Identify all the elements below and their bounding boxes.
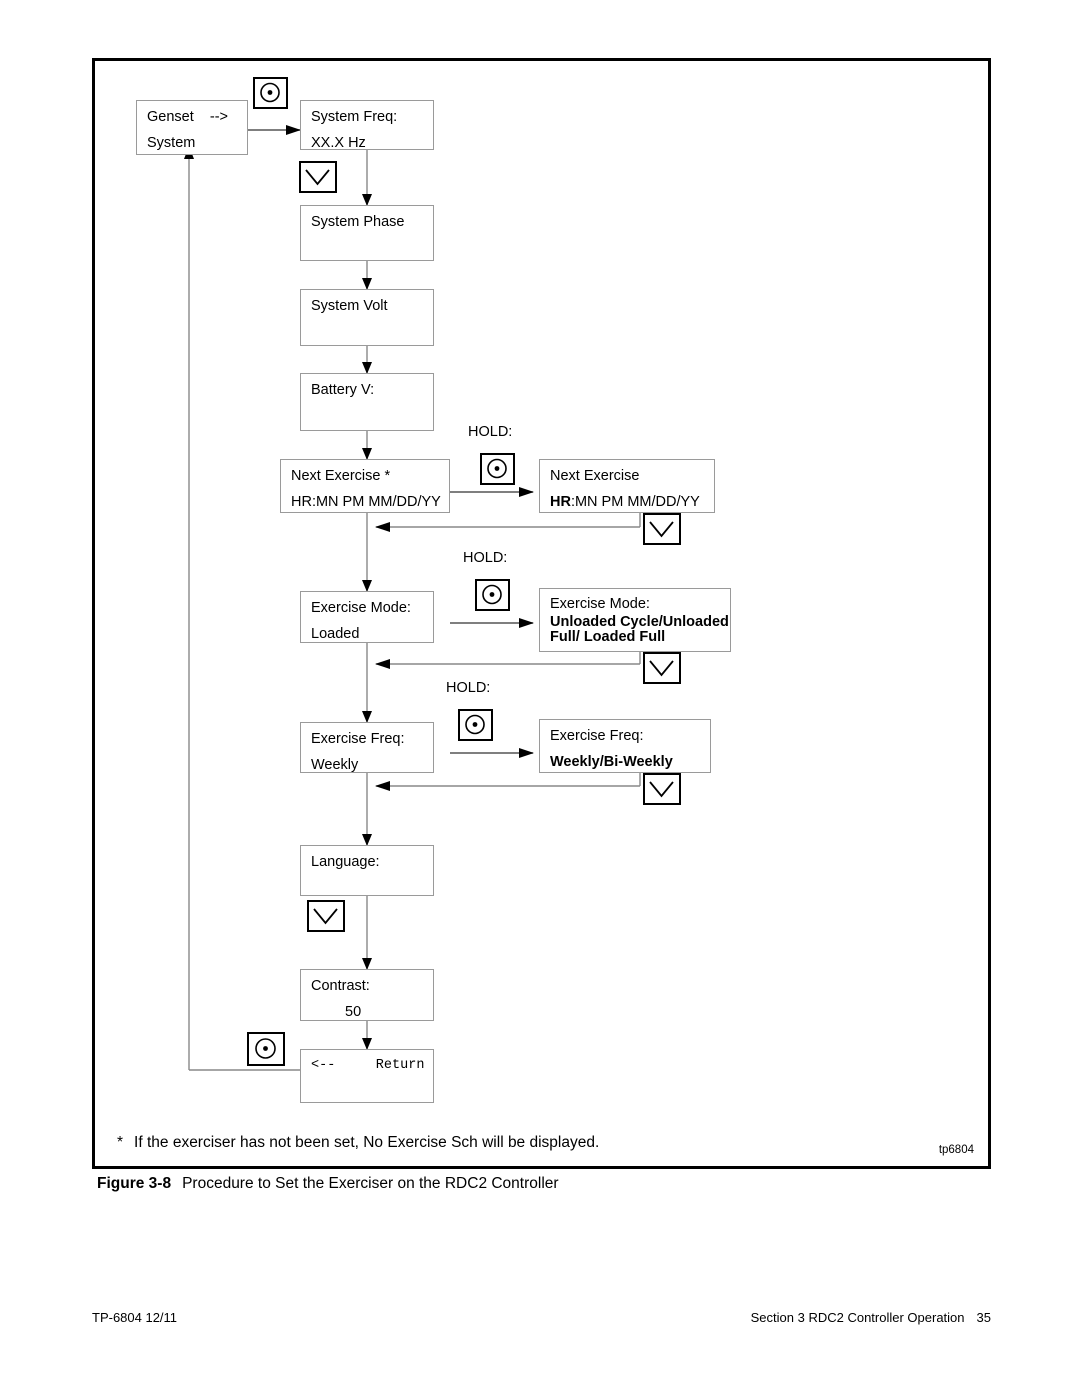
circle-dot-icon (487, 458, 507, 479)
figure-caption-text: Procedure to Set the Exerciser on the RD… (182, 1175, 559, 1192)
exercise-mode-edit-line3: Full/ Loaded Full (550, 629, 666, 645)
exercise-mode-edit-line1: Exercise Mode: (550, 596, 650, 612)
exercise-freq-line2: Weekly (311, 756, 359, 773)
figure-footnote: * If the exerciser has not been set, No E… (117, 1134, 599, 1152)
footer-page-number: 35 (976, 1310, 991, 1325)
down-button-5[interactable] (307, 900, 345, 932)
drawing-id-label: tp6804 (938, 1144, 974, 1156)
language-line1: Language: (311, 854, 380, 870)
circle-dot-icon (482, 584, 502, 605)
down-button-2[interactable] (643, 513, 681, 545)
circle-dot-icon (260, 82, 280, 103)
footer-document-id: TP-6804 12/11 (92, 1310, 178, 1325)
select-button-return[interactable] (247, 1032, 285, 1066)
exercise-mode-line2: Loaded (311, 625, 360, 642)
flowchart-diagram: HOLD: HOLD: HOLD: Genset --> System Syst… (95, 61, 988, 1166)
chevron-down-icon (649, 521, 674, 538)
figure-caption: Figure 3-8 Procedure to Set the Exerciser… (97, 1175, 559, 1193)
box-exercise-mode[interactable]: Exercise Mode: Loaded (300, 591, 434, 643)
box-return[interactable]: <-- Return (300, 1049, 434, 1103)
genset-line2: System (147, 134, 196, 151)
box-battery-v[interactable]: Battery V: (300, 373, 434, 431)
footer-section-text: Section 3 RDC2 Controller Operation (750, 1310, 965, 1325)
select-button-exercise-freq[interactable] (458, 709, 493, 741)
exercise-mode-edit-line2: Unloaded Cycle/Unloaded (550, 613, 729, 630)
circle-dot-icon (255, 1038, 276, 1059)
select-button-top[interactable] (253, 77, 288, 109)
box-exercise-freq-edit[interactable]: Exercise Freq: Weekly/Bi-Weekly (539, 719, 711, 773)
box-system-freq[interactable]: System Freq: XX.X Hz (300, 100, 434, 150)
contrast-line1: Contrast: (311, 978, 370, 994)
box-next-exercise-edit[interactable]: Next Exercise HR:MN PM MM/DD/YY (539, 459, 715, 513)
select-button-exercise-mode[interactable] (475, 579, 510, 611)
genset-line1: Genset --> (147, 109, 228, 125)
circle-dot-icon (465, 714, 485, 735)
contrast-line2: 50 (345, 1003, 362, 1020)
box-genset-system[interactable]: Genset --> System (136, 100, 248, 155)
select-button-next-exercise[interactable] (480, 453, 515, 485)
system-freq-line1: System Freq: (311, 109, 398, 125)
chevron-down-icon (649, 660, 674, 677)
next-exercise-edit-line2: HR:MN PM MM/DD/YY (550, 493, 714, 510)
document-page: HOLD: HOLD: HOLD: Genset --> System Syst… (0, 0, 1080, 1397)
hold-label-exercise-mode: HOLD: (463, 550, 508, 566)
footnote-marker: * (117, 1134, 124, 1151)
exercise-freq-line1: Exercise Freq: (311, 731, 405, 747)
chevron-down-icon (305, 169, 330, 186)
down-button-1[interactable] (299, 161, 337, 193)
footnote-text: If the exerciser has not been set, No Ex… (134, 1134, 600, 1151)
box-exercise-freq[interactable]: Exercise Freq: Weekly (300, 722, 434, 773)
down-button-3[interactable] (643, 652, 681, 684)
hold-label-exercise-freq: HOLD: (446, 680, 491, 696)
next-exercise-edit-rest: :MN PM MM/DD/YY (570, 493, 700, 510)
hold-label-next-exercise: HOLD: (468, 424, 513, 440)
chevron-down-icon (313, 908, 338, 925)
battery-v-line1: Battery V: (311, 382, 375, 398)
figure-frame: HOLD: HOLD: HOLD: Genset --> System Syst… (92, 58, 991, 1169)
next-exercise-line2: HR:MN PM MM/DD/YY (291, 493, 441, 510)
box-next-exercise[interactable]: Next Exercise * HR:MN PM MM/DD/YY (280, 459, 450, 513)
next-exercise-edit-bold: HR (550, 493, 571, 510)
footer-section: Section 3 RDC2 Controller Operation 35 (751, 1310, 991, 1325)
exercise-freq-edit-line2: Weekly/Bi-Weekly (550, 753, 673, 770)
exercise-mode-line1: Exercise Mode: (311, 600, 411, 616)
box-contrast[interactable]: Contrast: 50 (300, 969, 434, 1021)
down-button-4[interactable] (643, 773, 681, 805)
box-exercise-mode-edit[interactable]: Exercise Mode: Unloaded Cycle/Unloaded F… (539, 588, 731, 652)
next-exercise-edit-line1: Next Exercise (550, 468, 640, 484)
system-freq-line2: XX.X Hz (311, 134, 366, 151)
box-system-phase[interactable]: System Phase (300, 205, 434, 261)
system-phase-line1: System Phase (311, 214, 405, 230)
chevron-down-icon (649, 781, 674, 798)
return-line1: <-- Return (311, 1058, 425, 1073)
exercise-freq-edit-line1: Exercise Freq: (550, 728, 644, 744)
box-system-volt[interactable]: System Volt (300, 289, 434, 346)
box-language[interactable]: Language: (300, 845, 434, 896)
figure-number: Figure 3-8 (97, 1175, 172, 1192)
next-exercise-line1: Next Exercise * (291, 468, 391, 484)
system-volt-line1: System Volt (311, 298, 388, 314)
